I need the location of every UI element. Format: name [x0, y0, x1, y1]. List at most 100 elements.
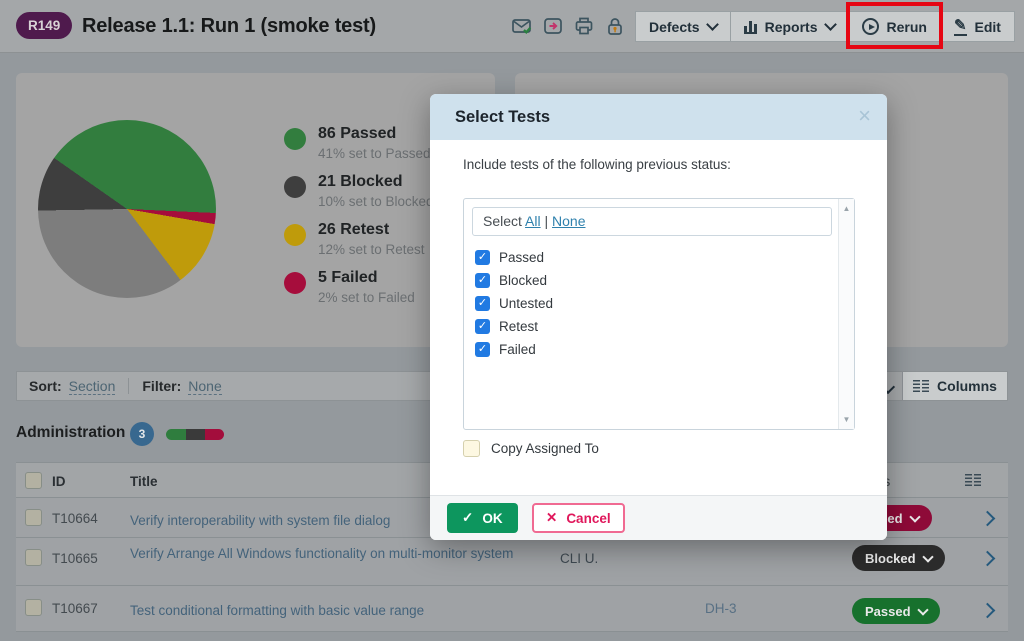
- legend-title: 26 Retest: [318, 221, 390, 238]
- status-listbox: ▲ ▼ Select All | None ✓ Passed ✓ Blocked…: [463, 198, 855, 430]
- header-button-group: Defects Reports Rerun ✎ Edit: [635, 11, 1015, 42]
- select-divider: |: [544, 213, 549, 229]
- checkbox-checked-icon[interactable]: ✓: [475, 296, 490, 311]
- checkbox-checked-icon[interactable]: ✓: [475, 342, 490, 357]
- row-chevron-right-icon[interactable]: [979, 550, 996, 567]
- blocked-legend-dot: [284, 176, 306, 198]
- status-option-row: ✓ Passed: [475, 246, 544, 269]
- select-tests-dialog: Select Tests × Include tests of the foll…: [430, 94, 887, 540]
- checkbox-checked-icon[interactable]: ✓: [475, 250, 490, 265]
- pencil-icon: ✎: [953, 16, 967, 36]
- edit-button-label: Edit: [974, 18, 1001, 35]
- status-pill-blocked[interactable]: Blocked: [852, 545, 945, 571]
- row-checkbox[interactable]: [25, 509, 42, 526]
- status-option-row: ✓ Retest: [475, 315, 538, 338]
- legend-title: 21 Blocked: [318, 173, 403, 190]
- dialog-header: Select Tests ×: [430, 94, 887, 140]
- status-option-row: ✓ Failed: [475, 338, 536, 361]
- check-icon: ✓: [462, 510, 474, 525]
- run-id-badge: R149: [16, 12, 73, 39]
- row-chevron-right-icon[interactable]: [979, 602, 996, 619]
- status-option-label: Blocked: [499, 273, 548, 288]
- chevron-down-icon: [908, 510, 921, 523]
- cross-icon: ✕: [546, 510, 558, 525]
- cancel-button-label: Cancel: [566, 510, 611, 526]
- row-chevron-right-icon[interactable]: [979, 510, 996, 527]
- checkbox-checked-icon[interactable]: ✓: [475, 319, 490, 334]
- legend-subtitle: 2% set to Failed: [318, 290, 415, 305]
- row-checkbox[interactable]: [25, 549, 42, 566]
- passed-legend-dot: [284, 128, 306, 150]
- table-columns-icon[interactable]: [965, 474, 981, 487]
- retest-legend-dot: [284, 224, 306, 246]
- section-progress-bar: [166, 429, 224, 440]
- sort-label: Sort:: [29, 378, 62, 394]
- divider: [128, 378, 130, 394]
- checkbox-checked-icon[interactable]: ✓: [475, 273, 490, 288]
- status-pill-passed[interactable]: Passed: [852, 598, 940, 624]
- defect-link[interactable]: DH-3: [705, 601, 737, 616]
- columns-button-label: Columns: [937, 378, 997, 394]
- failed-legend-dot: [284, 272, 306, 294]
- test-id: T10664: [52, 511, 98, 526]
- table-row: T10665 Verify Arrange All Windows functi…: [16, 538, 1008, 586]
- row-checkbox[interactable]: [25, 599, 42, 616]
- checkbox-unchecked[interactable]: [463, 440, 480, 457]
- summary-panel-left: 86 Passed 41% set to Passed 21 Blocked 1…: [16, 73, 495, 347]
- page-title: Release 1.1: Run 1 (smoke test): [82, 15, 376, 37]
- select-all-link[interactable]: All: [525, 213, 541, 229]
- status-pill-label: Passed: [865, 603, 911, 619]
- rerun-highlight-annotation: [846, 2, 943, 49]
- legend-subtitle: 41% set to Passed: [318, 146, 431, 161]
- status-option-label: Retest: [499, 319, 539, 334]
- legend-title: 86 Passed: [318, 125, 397, 142]
- reports-button[interactable]: Reports: [729, 11, 849, 42]
- dialog-instruction: Include tests of the following previous …: [463, 157, 731, 172]
- defects-button[interactable]: Defects: [635, 11, 731, 42]
- scrollbar[interactable]: ▲ ▼: [838, 199, 854, 429]
- copy-assigned-label: Copy Assigned To: [491, 441, 599, 456]
- select-all-none-row: Select All | None: [472, 207, 832, 236]
- filter-value-link[interactable]: None: [188, 378, 222, 395]
- select-all-checkbox[interactable]: [25, 472, 42, 489]
- edit-button[interactable]: ✎ Edit: [939, 11, 1015, 42]
- cancel-button[interactable]: ✕ Cancel: [532, 503, 625, 533]
- ok-button-label: OK: [482, 510, 503, 526]
- id-column-header: ID: [52, 474, 66, 489]
- test-title-link[interactable]: Test conditional formatting with basic v…: [130, 601, 554, 621]
- bar-chart-icon: [743, 19, 757, 34]
- legend-subtitle: 12% set to Retest: [318, 242, 425, 257]
- ok-button[interactable]: ✓ OK: [447, 503, 518, 533]
- progress-passed-segment: [166, 429, 186, 440]
- status-option-label: Untested: [499, 296, 554, 311]
- reports-button-label: Reports: [764, 18, 818, 35]
- sort-filter-controls: Sort: Section Filter: None: [29, 372, 222, 400]
- table-row: T10667 Test conditional formatting with …: [16, 586, 1008, 632]
- dialog-title: Select Tests: [455, 108, 551, 126]
- email-notification-icon[interactable]: [511, 15, 533, 37]
- test-title-link[interactable]: Verify Arrange All Windows functionality…: [130, 544, 554, 564]
- chevron-down-icon: [916, 603, 929, 616]
- sort-value-link[interactable]: Section: [68, 378, 116, 395]
- legend-title: 5 Failed: [318, 269, 378, 286]
- assigned-to-value: CLI U.: [560, 551, 599, 566]
- scroll-up-icon[interactable]: ▲: [839, 204, 854, 213]
- legend-subtitle: 10% set to Blocked: [318, 194, 434, 209]
- chevron-down-icon: [823, 18, 837, 31]
- lock-icon[interactable]: [604, 15, 626, 37]
- scroll-down-icon[interactable]: ▼: [839, 415, 854, 424]
- status-option-label: Failed: [499, 342, 536, 357]
- export-icon[interactable]: [542, 15, 564, 37]
- status-option-row: ✓ Blocked: [475, 269, 547, 292]
- status-option-row: ✓ Untested: [475, 292, 553, 315]
- progress-failed-segment: [205, 429, 224, 440]
- test-id: T10665: [52, 551, 98, 566]
- header-icon-row: [511, 15, 626, 37]
- copy-assigned-row: Copy Assigned To: [463, 440, 599, 457]
- title-column-header: Title: [130, 474, 158, 489]
- close-icon[interactable]: ×: [858, 103, 871, 129]
- print-icon[interactable]: [573, 15, 595, 37]
- columns-button[interactable]: Columns: [902, 372, 1007, 400]
- select-none-link[interactable]: None: [552, 213, 585, 229]
- test-id: T10667: [52, 601, 98, 616]
